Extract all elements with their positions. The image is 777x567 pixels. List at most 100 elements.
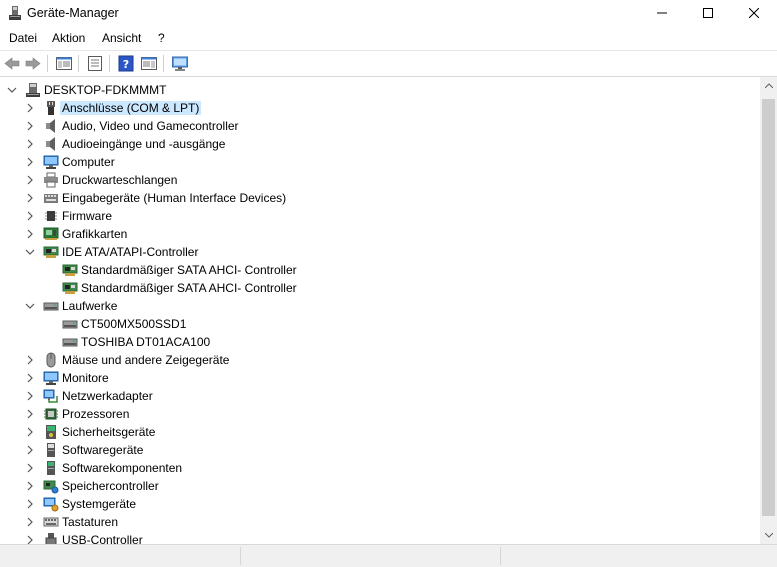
tree-category[interactable]: USB-Controller — [0, 531, 760, 544]
collapse-chevron-icon[interactable] — [24, 300, 36, 312]
tree-category[interactable]: Mäuse und andere Zeigegeräte — [0, 351, 760, 369]
tree-category[interactable]: Softwaregeräte — [0, 441, 760, 459]
scroll-up-button[interactable] — [760, 77, 777, 94]
controller-card-icon — [62, 262, 78, 278]
expand-chevron-icon[interactable] — [24, 462, 36, 474]
tree-item-label: Grafikkarten — [62, 227, 128, 241]
tree-category[interactable]: Anschlüsse (COM & LPT) — [0, 99, 760, 117]
expand-chevron-icon[interactable] — [24, 444, 36, 456]
expand-chevron-icon[interactable] — [24, 408, 36, 420]
tree-category[interactable]: Monitore — [0, 369, 760, 387]
tree-item-label: Prozessoren — [62, 407, 130, 421]
expand-chevron-icon[interactable] — [24, 534, 36, 544]
display-adapter-icon — [43, 226, 59, 242]
network-adapter-icon — [43, 388, 59, 404]
tree-device[interactable]: Standardmäßiger SATA AHCI- Controller — [0, 279, 760, 297]
action-pane-icon[interactable] — [140, 55, 158, 72]
tree-root[interactable]: DESKTOP-FDKMMMT — [0, 81, 760, 99]
tree-category[interactable]: Computer — [0, 153, 760, 171]
tree-item-label: CT500MX500SSD1 — [81, 317, 187, 331]
tree-device[interactable]: Standardmäßiger SATA AHCI- Controller — [0, 261, 760, 279]
menu-help[interactable]: ? — [157, 31, 166, 45]
expand-chevron-icon[interactable] — [24, 498, 36, 510]
toolbar-separator — [163, 55, 164, 72]
collapse-chevron-icon[interactable] — [6, 84, 18, 96]
tree-category[interactable]: Netzwerkadapter — [0, 387, 760, 405]
title-bar: Geräte-Manager — [0, 0, 777, 28]
vertical-scrollbar[interactable] — [760, 77, 777, 544]
close-button[interactable] — [731, 0, 777, 26]
minimize-button[interactable] — [639, 0, 685, 26]
tree-item-label: Eingabegeräte (Human Interface Devices) — [62, 191, 287, 205]
device-tree[interactable]: DESKTOP-FDKMMMT Anschlüsse (COM & LPT) Aud… — [0, 76, 777, 544]
menu-datei[interactable]: Datei — [8, 31, 38, 45]
tree-category[interactable]: Systemgeräte — [0, 495, 760, 513]
tree-item-label: Standardmäßiger SATA AHCI- Controller — [81, 281, 297, 295]
toolbar: ? — [0, 50, 777, 76]
processor-icon — [43, 406, 59, 422]
close-icon — [749, 8, 759, 18]
expand-chevron-icon[interactable] — [24, 138, 36, 150]
expand-chevron-icon[interactable] — [24, 480, 36, 492]
expand-chevron-icon[interactable] — [24, 516, 36, 528]
disk-drive-icon — [62, 316, 78, 332]
menu-ansicht[interactable]: Ansicht — [101, 31, 142, 45]
tree-category[interactable]: Druckwarteschlangen — [0, 171, 760, 189]
tree-category[interactable]: Softwarekomponenten — [0, 459, 760, 477]
svg-text:?: ? — [123, 58, 129, 71]
tree-category[interactable]: Sicherheitsgeräte — [0, 423, 760, 441]
expand-chevron-icon[interactable] — [24, 354, 36, 366]
speaker-icon — [43, 136, 59, 152]
expand-chevron-icon[interactable] — [24, 228, 36, 240]
scroll-down-arrow-icon — [764, 533, 773, 538]
help-icon[interactable]: ? — [117, 55, 135, 72]
software-component-icon — [43, 460, 59, 476]
tree-category[interactable]: Prozessoren — [0, 405, 760, 423]
expand-chevron-icon[interactable] — [24, 102, 36, 114]
expand-chevron-icon[interactable] — [24, 174, 36, 186]
tree-category[interactable]: IDE ATA/ATAPI-Controller — [0, 243, 760, 261]
scroll-thumb[interactable] — [762, 99, 775, 516]
tree-category[interactable]: Laufwerke — [0, 297, 760, 315]
device-manager-app-icon — [7, 5, 23, 21]
menu-aktion[interactable]: Aktion — [51, 31, 86, 45]
tree-item-label: Softwarekomponenten — [62, 461, 183, 475]
tree-category[interactable]: Grafikkarten — [0, 225, 760, 243]
maximize-icon — [703, 8, 713, 18]
scroll-down-button[interactable] — [760, 527, 777, 544]
expand-chevron-icon[interactable] — [24, 372, 36, 384]
tree-category[interactable]: Audioeingänge und -ausgänge — [0, 135, 760, 153]
forward-icon[interactable] — [24, 55, 42, 72]
monitor-icon — [43, 154, 59, 170]
software-device-icon — [43, 442, 59, 458]
security-device-icon — [43, 424, 59, 440]
tree-device[interactable]: TOSHIBA DT01ACA100 — [0, 333, 760, 351]
expand-chevron-icon[interactable] — [24, 192, 36, 204]
tree-category[interactable]: Eingabegeräte (Human Interface Devices) — [0, 189, 760, 207]
expand-chevron-icon[interactable] — [24, 156, 36, 168]
tree-item-label: Netzwerkadapter — [62, 389, 153, 403]
tree-item-label: Audio, Video und Gamecontroller — [62, 119, 239, 133]
tree-category[interactable]: Tastaturen — [0, 513, 760, 531]
expand-chevron-icon[interactable] — [24, 426, 36, 438]
tree-item-label: Systemgeräte — [62, 497, 137, 511]
tree-category[interactable]: Audio, Video und Gamecontroller — [0, 117, 760, 135]
tree-category[interactable]: Firmware — [0, 207, 760, 225]
tree-item-label: Monitore — [62, 371, 109, 385]
tree-item-label: Computer — [62, 155, 115, 169]
collapse-chevron-icon[interactable] — [24, 246, 36, 258]
properties-icon[interactable] — [86, 55, 104, 72]
tree-device[interactable]: CT500MX500SSD1 — [0, 315, 760, 333]
expand-chevron-icon[interactable] — [24, 210, 36, 222]
tree-item-label: Anschlüsse (COM & LPT) — [60, 101, 202, 115]
expand-chevron-icon[interactable] — [24, 390, 36, 402]
back-icon[interactable] — [3, 55, 21, 72]
tree-category[interactable]: Speichercontroller — [0, 477, 760, 495]
show-hide-console-tree-icon[interactable] — [55, 55, 73, 72]
expand-chevron-icon[interactable] — [24, 120, 36, 132]
scan-hardware-icon[interactable] — [171, 55, 189, 72]
tree-item-label: USB-Controller — [62, 533, 143, 544]
maximize-button[interactable] — [685, 0, 731, 26]
tree-item-label: Tastaturen — [62, 515, 119, 529]
printer-icon — [43, 172, 59, 188]
